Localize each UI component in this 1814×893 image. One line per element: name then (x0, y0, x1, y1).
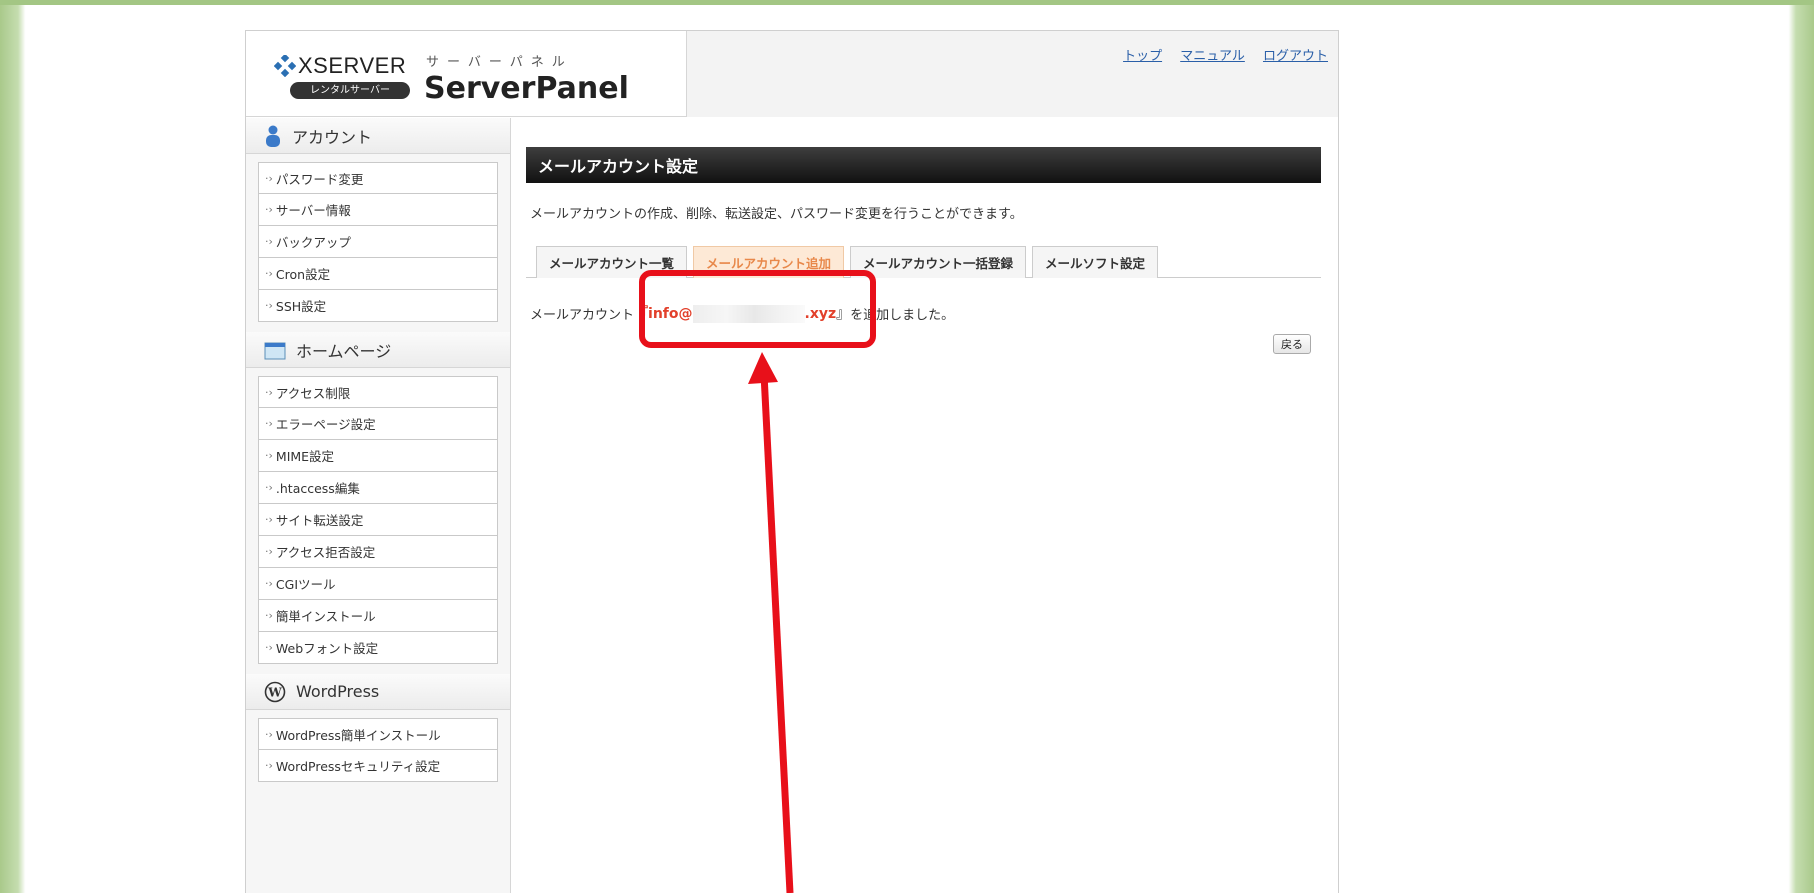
item-label: バックアップ (275, 235, 351, 250)
arrow-icon: ·› (265, 267, 273, 280)
homepage-menu: ·› アクセス制限 ·› エラーページ設定 ·› MIME設定 ·› .htaccess… (246, 368, 510, 674)
sidebar: アカウント ·› パスワード変更 ·› サーバー情報 ·› バックアップ ·› Cron… (246, 118, 511, 893)
arrow-icon: ·› (265, 759, 273, 772)
panel-title: ServerPanel (424, 71, 629, 106)
section-title: WordPress (296, 682, 380, 701)
manual-link[interactable]: マニュアル (1180, 49, 1245, 64)
item-label: SSH設定 (275, 299, 327, 314)
item-label: 簡単インストール (275, 609, 376, 624)
arrow-icon: ·› (265, 641, 273, 654)
item-label: アクセス拒否設定 (275, 545, 376, 560)
item-label: パスワード変更 (275, 171, 364, 187)
tab-mail-software[interactable]: メールソフト設定 (1032, 246, 1159, 278)
highlight-box (639, 270, 876, 348)
result-prefix: メールアカウント (530, 307, 635, 323)
arrow-icon: ·› (265, 481, 273, 494)
item-label: WordPress簡単インストール (275, 727, 441, 743)
arrow-icon: ·› (265, 385, 273, 399)
back-button[interactable]: 戻る (1273, 334, 1311, 354)
account-menu: ·› パスワード変更 ·› サーバー情報 ·› バックアップ ·› Cron設定 ·› S… (246, 154, 510, 332)
arrow-icon: ·› (265, 171, 273, 185)
wordpress-icon: W (264, 681, 286, 702)
sidebar-section-homepage: ホームページ (246, 332, 510, 368)
panel-kana: サーバーパネル (426, 55, 573, 70)
arrow-icon: ·› (265, 609, 273, 622)
page-description: メールアカウントの作成、削除、転送設定、パスワード変更を行うことができます。 (530, 207, 1023, 222)
svg-text:W: W (267, 685, 282, 699)
sidebar-item-wp-install[interactable]: ·› WordPress簡単インストール (258, 718, 498, 750)
item-label: MIME設定 (275, 449, 335, 464)
sidebar-item-site-redirect[interactable]: ·› サイト転送設定 (258, 504, 498, 536)
top-links: トップ マニュアル ログアウト (1109, 45, 1328, 64)
section-title: ホームページ (296, 341, 392, 361)
sidebar-item-htaccess[interactable]: ·› .htaccess編集 (258, 472, 498, 504)
sidebar-item-server-info[interactable]: ·› サーバー情報 (258, 194, 498, 226)
wordpress-menu: ·› WordPress簡単インストール ·› WordPressセキュリティ設定 (246, 710, 510, 792)
item-label: Cron設定 (275, 267, 331, 282)
xserver-logo-icon (274, 55, 296, 77)
sidebar-item-ssh[interactable]: ·› SSH設定 (258, 290, 498, 322)
sidebar-item-mime[interactable]: ·› MIME設定 (258, 440, 498, 472)
arrow-icon: ·› (265, 449, 273, 462)
item-label: サーバー情報 (275, 203, 351, 218)
brand-badge: レンタルサーバー (290, 82, 410, 99)
arrow-icon: ·› (265, 203, 273, 216)
arrow-icon: ·› (265, 417, 273, 430)
header-bar: トップ マニュアル ログアウト (686, 31, 1338, 117)
page-title: メールアカウント設定 (526, 147, 1321, 183)
sidebar-item-access-deny[interactable]: ·› アクセス拒否設定 (258, 536, 498, 568)
item-label: CGIツール (275, 577, 336, 592)
top-band (0, 0, 1814, 5)
brand-name: XSERVER (298, 53, 407, 78)
sidebar-item-backup[interactable]: ·› バックアップ (258, 226, 498, 258)
sidebar-section-account: アカウント (246, 118, 510, 154)
server-panel-window: XSERVER レンタルサーバー サーバーパネル ServerPanel トップ… (245, 30, 1339, 893)
sidebar-item-web-font[interactable]: ·› Webフォント設定 (258, 632, 498, 664)
sidebar-item-error-page[interactable]: ·› エラーページ設定 (258, 408, 498, 440)
arrow-icon: ·› (265, 545, 273, 558)
homepage-icon (264, 342, 286, 359)
item-label: サイト転送設定 (275, 513, 364, 528)
header: XSERVER レンタルサーバー サーバーパネル ServerPanel トップ… (246, 31, 1338, 117)
arrow-icon: ·› (265, 577, 273, 590)
arrow-icon: ·› (265, 235, 273, 248)
tab-account-bulk[interactable]: メールアカウント一括登録 (850, 246, 1027, 278)
item-label: アクセス制限 (275, 385, 351, 401)
item-label: エラーページ設定 (275, 417, 376, 432)
logout-link[interactable]: ログアウト (1263, 49, 1328, 64)
section-title: アカウント (292, 127, 373, 147)
arrow-icon: ·› (265, 727, 273, 741)
sidebar-item-easy-install[interactable]: ·› 簡単インストール (258, 600, 498, 632)
top-link[interactable]: トップ (1123, 49, 1162, 64)
sidebar-item-access-limit[interactable]: ·› アクセス制限 (258, 376, 498, 408)
sidebar-section-wordpress: W WordPress (246, 674, 510, 710)
sidebar-item-password[interactable]: ·› パスワード変更 (258, 162, 498, 194)
arrow-icon: ·› (265, 513, 273, 526)
sidebar-item-cron[interactable]: ·› Cron設定 (258, 258, 498, 290)
item-label: .htaccess編集 (275, 481, 360, 496)
user-icon (266, 125, 280, 147)
item-label: WordPressセキュリティ設定 (275, 759, 441, 774)
sidebar-item-cgi-tool[interactable]: ·› CGIツール (258, 568, 498, 600)
sidebar-item-wp-security[interactable]: ·› WordPressセキュリティ設定 (258, 750, 498, 782)
arrow-icon: ·› (265, 299, 273, 312)
item-label: Webフォント設定 (275, 641, 379, 656)
